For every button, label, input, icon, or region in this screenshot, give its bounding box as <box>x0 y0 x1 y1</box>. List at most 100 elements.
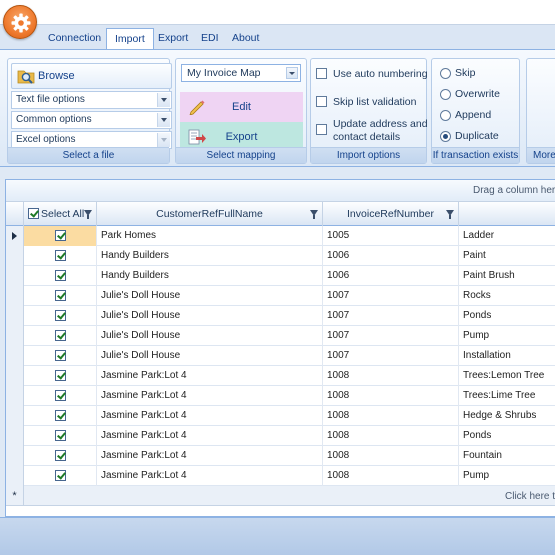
row-select-checkbox[interactable] <box>54 230 66 241</box>
edit-mapping-button[interactable]: Edit <box>180 92 303 122</box>
radio-duplicate[interactable] <box>440 131 451 142</box>
cell-customer-ref-full-name[interactable]: Julie's Doll House <box>97 346 323 366</box>
checkbox-box[interactable] <box>316 124 327 135</box>
table-row[interactable]: Julie's Doll House 1007 Rocks <box>6 286 555 306</box>
cell-item[interactable]: Installation <box>459 346 555 366</box>
cell-item[interactable]: Fountain <box>459 446 555 466</box>
cell-item[interactable]: Rocks <box>459 286 555 306</box>
cell-item[interactable]: Trees:Lime Tree <box>459 386 555 406</box>
row-select-cell[interactable] <box>24 346 97 366</box>
row-select-cell[interactable] <box>24 386 97 406</box>
cell-customer-ref-full-name[interactable]: Jasmine Park:Lot 4 <box>97 446 323 466</box>
row-indicator[interactable] <box>6 366 24 386</box>
cell-customer-ref-full-name[interactable]: Jasmine Park:Lot 4 <box>97 386 323 406</box>
cell-customer-ref-full-name[interactable]: Julie's Doll House <box>97 286 323 306</box>
header-invoice-ref-number[interactable]: InvoiceRefNumber <box>323 202 459 226</box>
row-select-checkbox[interactable] <box>54 330 66 341</box>
cell-customer-ref-full-name[interactable]: Jasmine Park:Lot 4 <box>97 426 323 446</box>
new-row[interactable]: * Click here to <box>6 486 555 506</box>
row-indicator[interactable] <box>6 406 24 426</box>
row-indicator[interactable] <box>6 426 24 446</box>
filter-icon[interactable] <box>310 210 318 219</box>
cell-invoice-ref-number[interactable]: 1007 <box>323 306 459 326</box>
row-select-checkbox[interactable] <box>54 350 66 361</box>
row-indicator[interactable] <box>6 466 24 486</box>
header-customer-ref-full-name[interactable]: CustomerRefFullName <box>97 202 323 226</box>
radio-append[interactable] <box>440 110 451 121</box>
row-indicator[interactable] <box>6 386 24 406</box>
row-select-checkbox[interactable] <box>54 470 66 481</box>
tab-edi[interactable]: EDI <box>193 28 227 49</box>
cell-item[interactable]: Pump <box>459 466 555 486</box>
select-all-checkbox[interactable] <box>28 208 39 219</box>
table-row[interactable]: Julie's Doll House 1007 Ponds <box>6 306 555 326</box>
row-indicator[interactable] <box>6 446 24 466</box>
table-row[interactable]: Jasmine Park:Lot 4 1008 Trees:Lemon Tree <box>6 366 555 386</box>
cell-invoice-ref-number[interactable]: 1006 <box>323 266 459 286</box>
cell-customer-ref-full-name[interactable]: Jasmine Park:Lot 4 <box>97 366 323 386</box>
cell-item[interactable]: Paint <box>459 246 555 266</box>
row-select-cell[interactable] <box>24 286 97 306</box>
cell-item[interactable]: Hedge & Shrubs <box>459 406 555 426</box>
cell-customer-ref-full-name[interactable]: Handy Builders <box>97 266 323 286</box>
row-select-cell[interactable] <box>24 366 97 386</box>
row-indicator[interactable] <box>6 306 24 326</box>
cell-invoice-ref-number[interactable]: 1005 <box>323 226 459 246</box>
row-select-cell[interactable] <box>24 446 97 466</box>
radio-overwrite[interactable] <box>440 89 451 100</box>
row-select-checkbox[interactable] <box>54 390 66 401</box>
checkbox-box[interactable] <box>316 96 327 107</box>
row-select-cell[interactable] <box>24 246 97 266</box>
checkbox-box[interactable] <box>316 68 327 79</box>
group-by-panel[interactable]: Drag a column here <box>6 180 555 202</box>
cell-customer-ref-full-name[interactable]: Julie's Doll House <box>97 306 323 326</box>
row-select-cell[interactable] <box>24 306 97 326</box>
cell-invoice-ref-number[interactable]: 1008 <box>323 466 459 486</box>
cell-invoice-ref-number[interactable]: 1008 <box>323 406 459 426</box>
filter-icon[interactable] <box>84 210 92 219</box>
table-row[interactable]: Jasmine Park:Lot 4 1008 Fountain <box>6 446 555 466</box>
table-row[interactable]: Julie's Doll House 1007 Pump <box>6 326 555 346</box>
filter-icon[interactable] <box>446 210 454 219</box>
row-select-checkbox[interactable] <box>54 370 66 381</box>
cell-item[interactable]: Paint Brush <box>459 266 555 286</box>
row-indicator[interactable] <box>6 346 24 366</box>
tab-import[interactable]: Import <box>106 28 154 50</box>
cell-customer-ref-full-name[interactable]: Jasmine Park:Lot 4 <box>97 406 323 426</box>
row-indicator[interactable] <box>6 326 24 346</box>
cell-invoice-ref-number[interactable]: 1007 <box>323 346 459 366</box>
header-select-all[interactable]: Select All <box>24 202 97 226</box>
row-select-cell[interactable] <box>24 326 97 346</box>
table-row[interactable]: Handy Builders 1006 Paint <box>6 246 555 266</box>
row-select-cell[interactable] <box>24 406 97 426</box>
table-row[interactable]: Jasmine Park:Lot 4 1008 Hedge & Shrubs <box>6 406 555 426</box>
table-row[interactable]: Park Homes 1005 Ladder <box>6 226 555 246</box>
header-item-column[interactable] <box>459 202 555 226</box>
row-select-cell[interactable] <box>24 226 97 246</box>
cell-invoice-ref-number[interactable]: 1006 <box>323 246 459 266</box>
row-select-checkbox[interactable] <box>54 310 66 321</box>
cell-customer-ref-full-name[interactable]: Julie's Doll House <box>97 326 323 346</box>
row-select-checkbox[interactable] <box>54 410 66 421</box>
row-indicator[interactable] <box>6 286 24 306</box>
current-row-indicator[interactable] <box>6 226 24 246</box>
cell-item[interactable]: Ponds <box>459 426 555 446</box>
cell-invoice-ref-number[interactable]: 1008 <box>323 386 459 406</box>
cell-item[interactable]: Trees:Lemon Tree <box>459 366 555 386</box>
row-select-cell[interactable] <box>24 426 97 446</box>
cell-invoice-ref-number[interactable]: 1007 <box>323 326 459 346</box>
mapping-dropdown[interactable]: My Invoice Map <box>181 64 301 82</box>
table-row[interactable]: Jasmine Park:Lot 4 1008 Trees:Lime Tree <box>6 386 555 406</box>
cell-item[interactable]: Pump <box>459 326 555 346</box>
row-select-checkbox[interactable] <box>54 270 66 281</box>
row-indicator[interactable] <box>6 266 24 286</box>
row-select-checkbox[interactable] <box>54 290 66 301</box>
browse-button[interactable]: Browse <box>11 63 172 89</box>
cell-item[interactable]: Ponds <box>459 306 555 326</box>
common-options-dropdown[interactable]: Common options <box>11 111 172 129</box>
cell-invoice-ref-number[interactable]: 1008 <box>323 366 459 386</box>
cell-item[interactable]: Ladder <box>459 226 555 246</box>
table-row[interactable]: Jasmine Park:Lot 4 1008 Pump <box>6 466 555 486</box>
cell-customer-ref-full-name[interactable]: Jasmine Park:Lot 4 <box>97 466 323 486</box>
app-menu-button[interactable] <box>3 5 37 39</box>
